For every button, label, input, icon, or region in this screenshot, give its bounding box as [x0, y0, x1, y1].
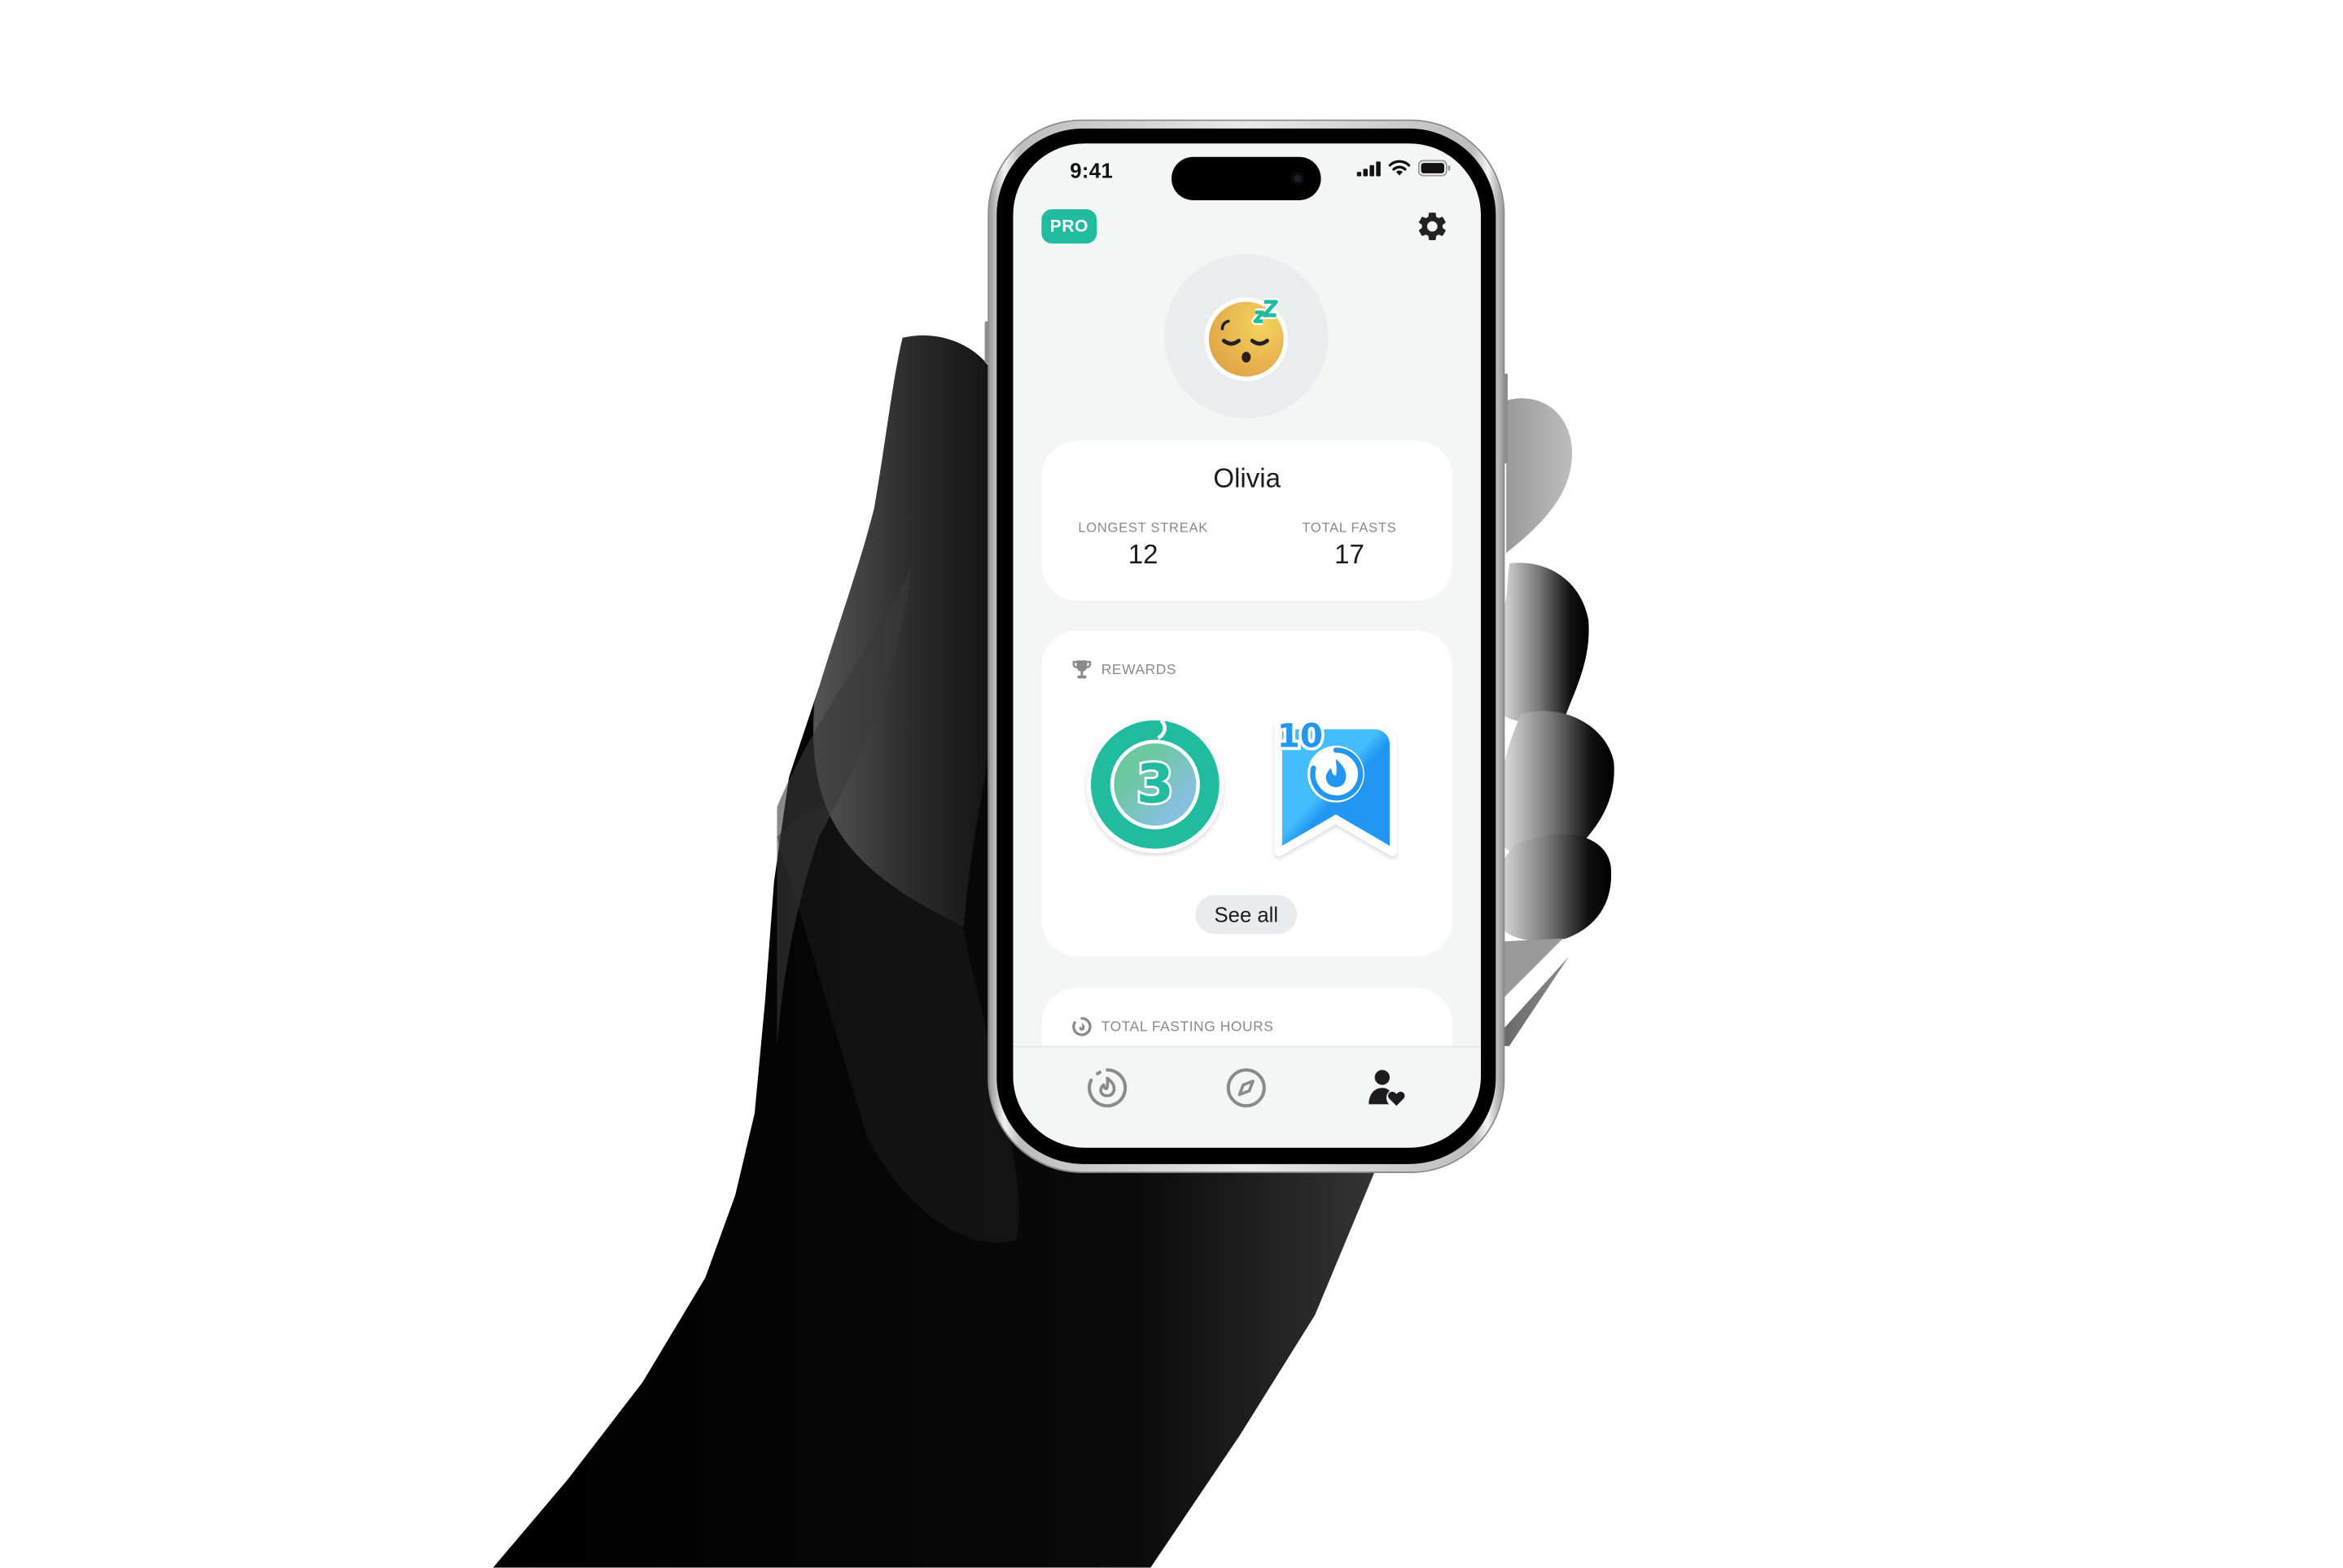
pro-badge[interactable]: PRO: [1041, 208, 1097, 244]
side-button: [984, 321, 990, 364]
dynamic-island: [1172, 156, 1321, 200]
tab-explore[interactable]: [1224, 1066, 1268, 1110]
stat-total-fasts: TOTAL FASTS 17: [1252, 520, 1447, 571]
power-button: [1503, 373, 1509, 464]
rewards-card: REWARDS 3 10 See all: [1041, 630, 1453, 957]
status-icons: [1356, 160, 1452, 177]
finger-2: [1496, 563, 1589, 723]
stat-label: LONGEST STREAK: [1078, 519, 1208, 536]
status-time: 9:41: [1070, 158, 1114, 182]
compass-icon: [1226, 1068, 1266, 1108]
badge-3-label: 3: [1136, 753, 1174, 816]
profile-card: Olivia LONGEST STREAK 12 TOTAL FASTS 17: [1041, 440, 1453, 601]
rewards-header: REWARDS: [1071, 659, 1176, 680]
fasting-hours-title: TOTAL FASTING HOURS: [1101, 1018, 1274, 1036]
sleeping-face-emoji-icon: [1204, 297, 1289, 382]
reward-badge-3[interactable]: 3: [1084, 713, 1227, 856]
stat-value: 17: [1334, 539, 1364, 570]
see-all-button[interactable]: See all: [1195, 895, 1298, 935]
fasting-hours-header: TOTAL FASTING HOURS: [1071, 1016, 1273, 1037]
stat-value: 12: [1128, 539, 1158, 570]
gear-icon[interactable]: [1415, 209, 1449, 243]
trophy-icon: [1072, 660, 1092, 679]
cellular-signal-icon: [1356, 160, 1381, 176]
fasting-timer-icon: [1072, 1017, 1092, 1036]
finger-4: [1493, 834, 1612, 942]
battery-icon: [1417, 160, 1451, 177]
tab-bar: [1013, 1045, 1481, 1148]
profile-heart-icon: [1369, 1070, 1405, 1106]
badge-10-label: 10: [1277, 717, 1323, 756]
mockup-stage: 9:41 PRO Olivia LONGEST STREAK 12 TOTAL …: [0, 0, 2343, 1568]
wifi-icon: [1388, 160, 1411, 176]
phone-screen: 9:41 PRO Olivia LONGEST STREAK 12 TOTAL …: [1013, 143, 1481, 1148]
stat-label: TOTAL FASTS: [1302, 519, 1397, 536]
user-name: Olivia: [1213, 463, 1281, 493]
fasting-timer-icon: [1088, 1068, 1128, 1108]
reward-badge-10[interactable]: 10: [1270, 714, 1399, 861]
tab-profile[interactable]: [1364, 1066, 1409, 1110]
stat-longest-streak: LONGEST STREAK 12: [1046, 520, 1241, 571]
tab-fasting[interactable]: [1085, 1066, 1130, 1110]
rewards-title: REWARDS: [1101, 661, 1177, 678]
camera-icon: [1290, 172, 1305, 186]
finger-1: [1506, 398, 1573, 554]
